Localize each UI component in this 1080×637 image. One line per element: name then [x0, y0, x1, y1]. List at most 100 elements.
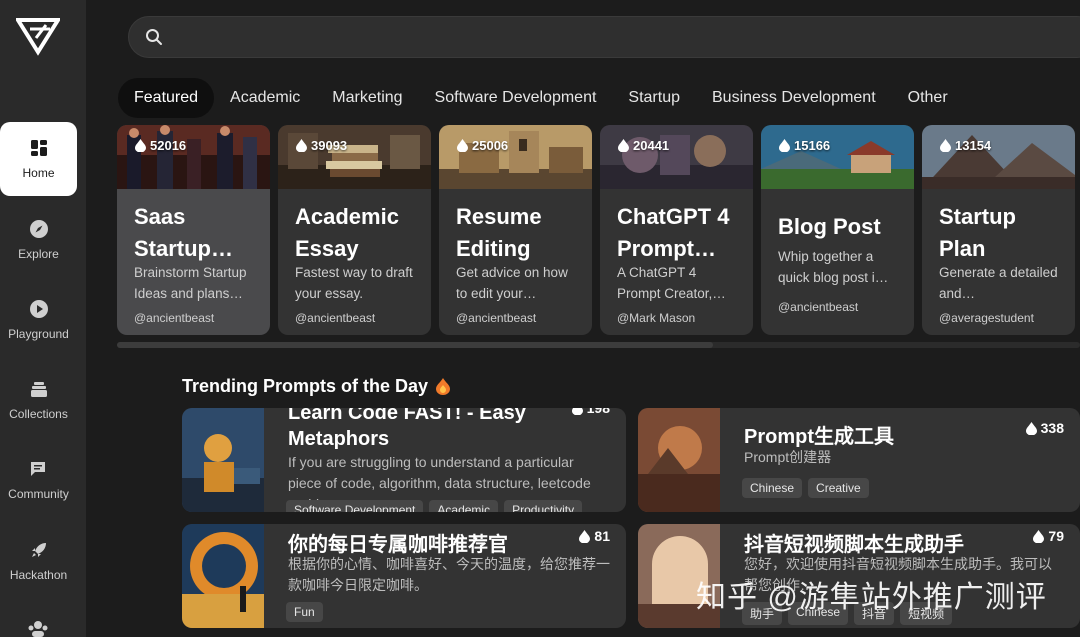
- card-author: @ancientbeast: [456, 311, 537, 325]
- fire-icon: [436, 378, 451, 395]
- card-title: Startup Plan: [939, 204, 1016, 261]
- featured-card[interactable]: 13154 Startup Plan Generate a detailed a…: [922, 125, 1075, 335]
- sidebar-item-explore[interactable]: Explore: [0, 203, 77, 277]
- flame-icon: [457, 139, 468, 152]
- sidebar-item-label: Collections: [9, 407, 68, 421]
- flame-icon: [296, 139, 307, 152]
- sidebar-item-community[interactable]: Community: [0, 443, 77, 517]
- tag[interactable]: Productivity: [504, 500, 583, 512]
- chat-icon: [30, 462, 45, 476]
- featured-card[interactable]: 39093 Academic Essay Fastest way to draf…: [278, 125, 431, 335]
- horizontal-scrollbar[interactable]: [117, 342, 1080, 348]
- card-thumbnail: [761, 125, 914, 189]
- tab-other[interactable]: Other: [892, 78, 964, 118]
- sidebar-item-label: Community: [8, 487, 69, 501]
- item-description: 根据你的心情、咖啡喜好、今天的温度，给您推荐一款咖啡今日限定咖啡。: [288, 556, 610, 593]
- flame-icon: [1033, 529, 1045, 543]
- usage-count: 20441: [618, 138, 669, 153]
- flame-icon: [940, 139, 951, 152]
- usage-count: 25006: [457, 138, 508, 153]
- featured-card[interactable]: 52016 Saas Startup… Brainstorm Startup I…: [117, 125, 270, 335]
- search-input[interactable]: [173, 25, 1053, 51]
- card-description: Fastest way to draft your essay.: [295, 265, 413, 301]
- usage-count-value: 338: [1040, 420, 1064, 436]
- flame-icon: [779, 139, 790, 152]
- trending-item[interactable]: Learn Code FAST! - Easy Metaphors 198 If…: [182, 408, 626, 512]
- card-description: Generate a detailed and…: [939, 265, 1058, 301]
- item-thumbnail: [182, 524, 264, 628]
- item-tags: Fun: [286, 602, 323, 622]
- item-title: Learn Code FAST! - Easy: [288, 408, 526, 424]
- tag[interactable]: Academic: [429, 500, 499, 512]
- trending-item[interactable]: 你的每日专属咖啡推荐官 81 根据你的心情、咖啡喜好、今天的温度，给您推荐一款咖…: [182, 524, 626, 628]
- card-author: @averagestudent: [939, 311, 1034, 325]
- search-bar[interactable]: [128, 16, 1080, 58]
- tab-marketing[interactable]: Marketing: [316, 78, 418, 118]
- usage-count-value: 25006: [472, 138, 509, 153]
- trending-title-text: Trending Prompts of the Day: [182, 376, 429, 396]
- item-tags: Chinese Creative: [742, 478, 869, 498]
- card-author: @ancientbeast: [134, 311, 215, 325]
- usage-count: 39093: [296, 138, 347, 153]
- card-thumbnail: [278, 125, 431, 189]
- flame-icon: [571, 408, 583, 415]
- usage-count: 13154: [940, 138, 991, 153]
- card-description: Brainstorm Startup Ideas and plans…: [134, 265, 247, 301]
- card-title: ChatGPT 4 Prompt…: [617, 204, 730, 261]
- tag[interactable]: Software Development: [286, 500, 424, 512]
- sidebar-item-playground[interactable]: Playground: [0, 283, 77, 357]
- flame-icon: [135, 139, 146, 152]
- card-title: Academic Essay: [295, 204, 399, 261]
- usage-count: 15166: [779, 138, 830, 153]
- usage-count-value: 198: [586, 408, 610, 416]
- category-tabs: Featured Academic Marketing Software Dev…: [118, 78, 964, 118]
- home-icon: [30, 140, 47, 156]
- logo-icon[interactable]: [16, 16, 60, 56]
- tab-startup[interactable]: Startup: [612, 78, 696, 118]
- card-description: A ChatGPT 4 Prompt Creator,…: [617, 265, 726, 301]
- tab-featured[interactable]: Featured: [118, 78, 215, 118]
- featured-card[interactable]: 20441 ChatGPT 4 Prompt… A ChatGPT 4 Prom…: [600, 125, 753, 335]
- tag[interactable]: Chinese: [742, 478, 803, 498]
- card-thumbnail: [439, 125, 592, 189]
- usage-count: 79: [1033, 528, 1064, 544]
- watermark: 知乎 @游隼站外推广测评: [696, 581, 1047, 614]
- compass-icon: [29, 220, 48, 238]
- people-icon[interactable]: [28, 620, 48, 637]
- stack-icon: [30, 382, 47, 397]
- tab-software-development[interactable]: Software Development: [419, 78, 613, 118]
- item-tags: Software Development Academic Productivi…: [286, 500, 583, 512]
- sidebar-item-label: Home: [22, 166, 55, 180]
- search-icon: [146, 29, 162, 45]
- sidebar-item-home[interactable]: Home: [0, 122, 77, 196]
- item-thumbnail: [182, 408, 264, 512]
- tag[interactable]: Fun: [286, 602, 323, 622]
- usage-count-value: 81: [594, 528, 610, 544]
- card-thumbnail: [117, 125, 270, 189]
- tab-business-development[interactable]: Business Development: [696, 78, 892, 118]
- trending-item[interactable]: Prompt生成工具 338 Prompt创建器 Chinese Creativ…: [638, 408, 1080, 512]
- card-title: Blog Post: [778, 214, 881, 239]
- card-thumbnail: [600, 125, 753, 189]
- item-title: Metaphors: [288, 428, 390, 450]
- play-icon: [29, 300, 48, 318]
- featured-card[interactable]: 25006 Resume Editing Get advice on how t…: [439, 125, 592, 335]
- usage-count: 198: [571, 408, 610, 416]
- card-thumbnail: [922, 125, 1075, 189]
- sidebar-item-collections[interactable]: Collections: [0, 363, 77, 437]
- flame-icon: [1025, 421, 1037, 435]
- tab-academic[interactable]: Academic: [214, 78, 316, 118]
- rocket-icon: [31, 543, 46, 557]
- scrollbar-thumb[interactable]: [117, 342, 713, 348]
- flame-icon: [618, 139, 629, 152]
- usage-count-value: 20441: [633, 138, 670, 153]
- tag[interactable]: Creative: [808, 478, 869, 498]
- card-description: Whip together a quick blog post i…: [778, 249, 889, 285]
- sidebar-item-hackathon[interactable]: Hackathon: [0, 524, 77, 598]
- usage-count-value: 13154: [955, 138, 992, 153]
- usage-count-value: 15166: [794, 138, 831, 153]
- usage-count-value: 79: [1048, 528, 1064, 544]
- sidebar-item-label: Hackathon: [9, 568, 68, 582]
- featured-card[interactable]: 15166 Blog Post Whip together a quick bl…: [761, 125, 914, 335]
- item-title: Prompt生成工具: [744, 426, 894, 448]
